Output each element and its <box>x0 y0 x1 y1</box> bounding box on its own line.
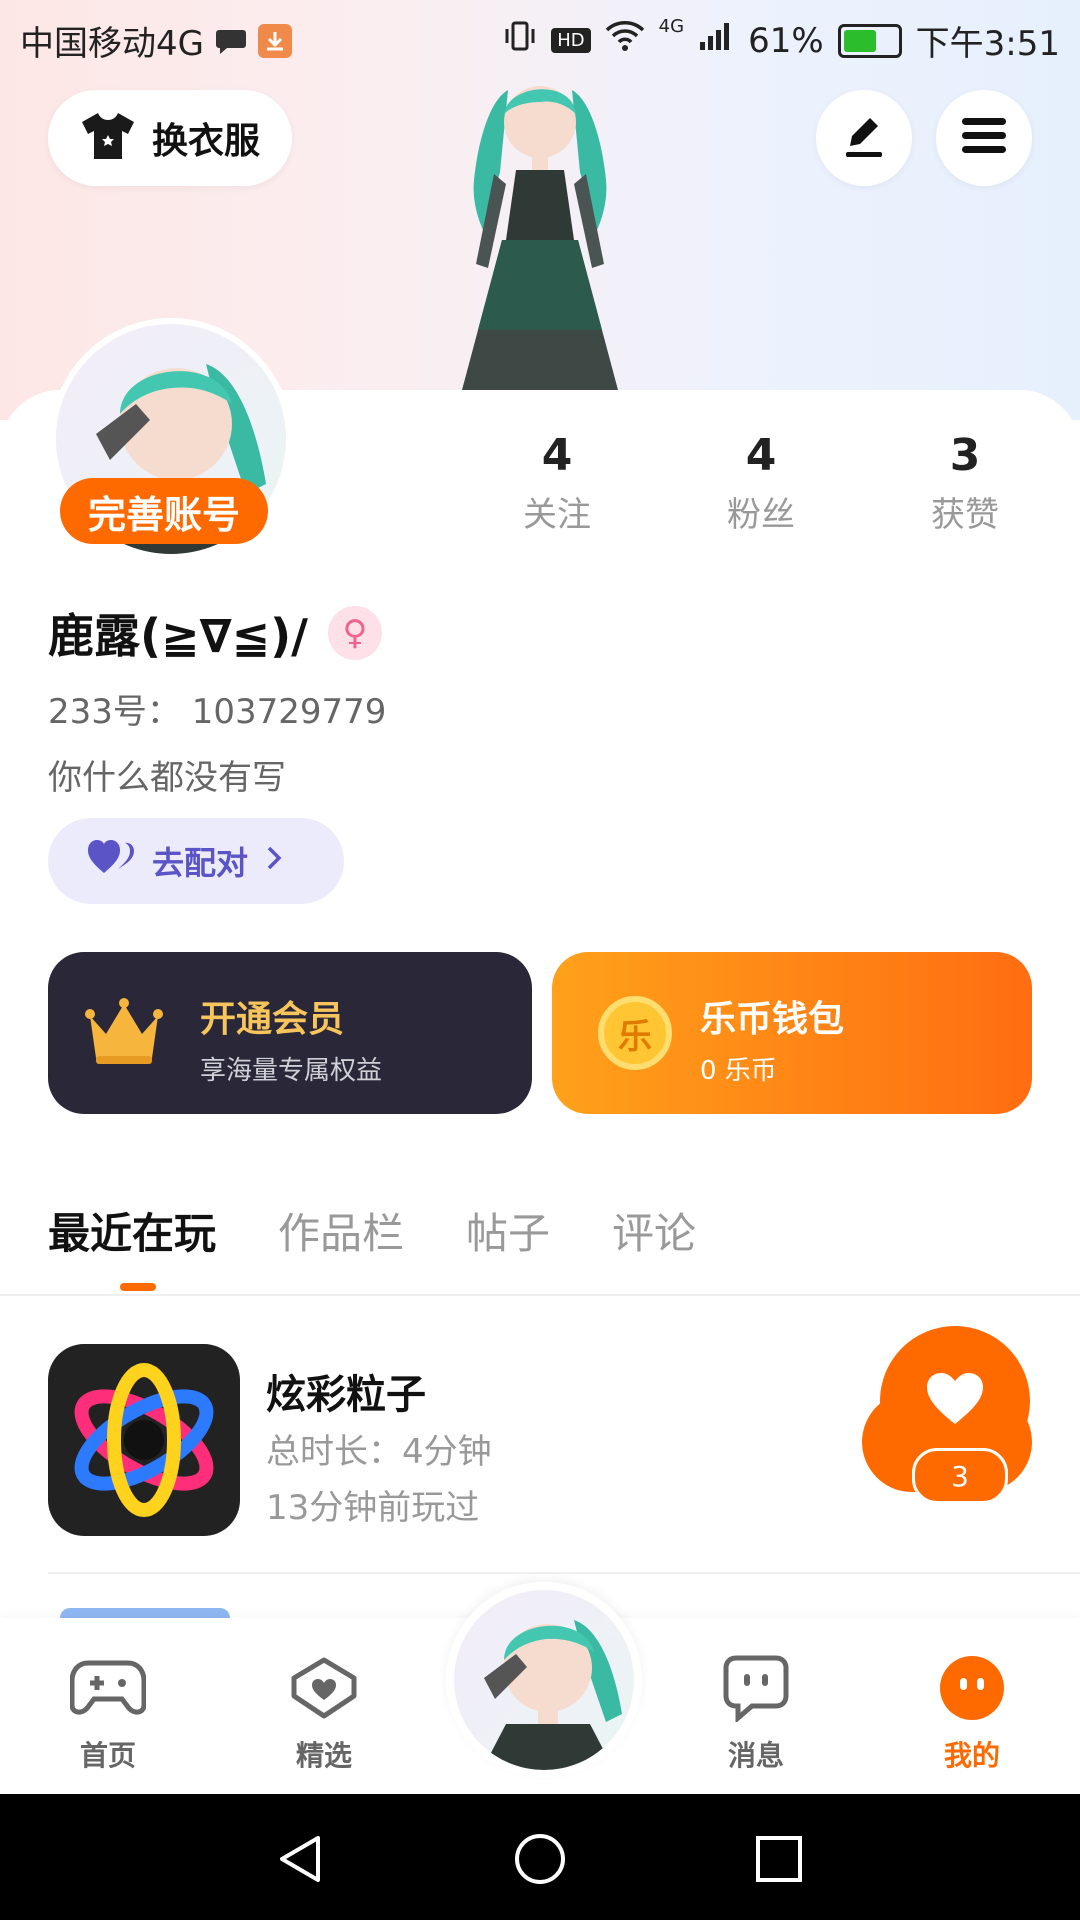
following-stat[interactable]: 4 关注 <box>497 430 617 536</box>
game-total-duration: 总时长：4分钟 <box>266 1432 492 1472</box>
followers-stat[interactable]: 4 粉丝 <box>701 430 821 536</box>
heart-icon <box>925 1372 985 1430</box>
center-avatar-button[interactable] <box>446 1582 642 1778</box>
tab-posts[interactable]: 帖子 <box>466 1200 550 1261</box>
gamepad-icon <box>68 1648 148 1728</box>
menu-button[interactable] <box>936 90 1032 186</box>
face-icon <box>932 1648 1012 1728</box>
network-type-label: 4G <box>658 16 685 37</box>
signal-icon <box>698 20 734 61</box>
chat-notification-icon <box>214 24 248 58</box>
profile-tabs: 最近在玩 作品栏 帖子 评论 <box>48 1200 696 1261</box>
pair-label: 去配对 <box>152 844 249 882</box>
nav-me-label: 我的 <box>943 1739 1000 1772</box>
recents-square-icon[interactable] <box>752 1832 806 1886</box>
chat-icon <box>716 1648 796 1728</box>
profile-name-row: 鹿露(≧∇≦)/ ♀ <box>48 600 382 666</box>
wifi-icon <box>605 20 645 61</box>
system-navigation-bar <box>0 1794 1080 1920</box>
wallet-balance: 0 乐币 <box>700 1056 777 1086</box>
pencil-icon <box>840 112 888 164</box>
likes-label: 获赞 <box>931 495 999 535</box>
likes-count: 3 <box>949 430 981 481</box>
wardrobe-label: 换衣服 <box>151 121 260 162</box>
list-separator <box>48 1572 1080 1574</box>
game-last-played: 13分钟前玩过 <box>266 1488 480 1528</box>
following-count: 4 <box>541 430 573 481</box>
active-tab-indicator <box>120 1283 156 1291</box>
carrier-label: 中国移动4G <box>20 24 204 64</box>
wallet-title: 乐币钱包 <box>700 999 845 1040</box>
tab-recent-play[interactable]: 最近在玩 <box>48 1200 216 1261</box>
edit-profile-button[interactable] <box>816 90 912 186</box>
tab-works[interactable]: 作品栏 <box>278 1200 404 1261</box>
battery-icon <box>837 23 902 58</box>
vip-title: 开通会员 <box>200 999 345 1040</box>
status-bar: 中国移动4G HD 4G 61% 下午3:51 <box>0 0 1080 74</box>
nav-me[interactable]: 我的 <box>902 1648 1042 1774</box>
coin-icon: 乐 <box>598 996 672 1070</box>
profile-name: 鹿露(≧∇≦)/ <box>48 609 308 663</box>
tabs-divider <box>0 1294 1080 1296</box>
game-name[interactable]: 炫彩粒子 <box>266 1362 426 1420</box>
home-circle-icon[interactable] <box>513 1832 567 1886</box>
female-gender-icon: ♀ <box>328 606 382 660</box>
chevron-right-icon <box>264 842 284 880</box>
nav-messages-label: 消息 <box>727 1739 784 1772</box>
coin-wallet-card[interactable]: 乐 乐币钱包 0 乐币 <box>552 952 1032 1114</box>
pair-button[interactable]: 去配对 <box>48 818 344 904</box>
heart-outline-icon <box>284 1648 364 1728</box>
nav-home-label: 首页 <box>79 1739 136 1772</box>
followers-label: 粉丝 <box>727 495 795 535</box>
hearts-icon <box>88 839 136 883</box>
nav-featured[interactable]: 精选 <box>254 1648 394 1774</box>
vip-subtitle: 享海量专属权益 <box>200 1056 383 1086</box>
back-icon[interactable] <box>274 1832 328 1886</box>
avatar-3d-character[interactable] <box>420 70 660 390</box>
hd-icon: HD <box>551 28 591 53</box>
like-count-badge: 3 <box>912 1448 1008 1504</box>
nav-featured-label: 精选 <box>295 1739 352 1772</box>
download-notification-icon <box>257 23 292 58</box>
vibrate-icon <box>503 19 537 62</box>
following-label: 关注 <box>523 495 591 535</box>
user-id[interactable]: 233号： 103729779 <box>48 684 386 733</box>
tab-comments[interactable]: 评论 <box>612 1200 696 1261</box>
game-icon-particles[interactable] <box>48 1344 240 1536</box>
complete-account-badge[interactable]: 完善账号 <box>60 478 268 544</box>
followers-count: 4 <box>745 430 777 481</box>
likes-stat[interactable]: 3 获赞 <box>905 430 1025 536</box>
nav-messages[interactable]: 消息 <box>686 1648 826 1774</box>
tshirt-icon <box>80 111 136 165</box>
vip-membership-card[interactable]: 开通会员 享海量专属权益 <box>48 952 532 1114</box>
crown-icon <box>84 998 164 1074</box>
profile-bio[interactable]: 你什么都没有写 <box>48 750 286 799</box>
menu-icon <box>960 116 1008 160</box>
clock: 下午3:51 <box>915 24 1060 64</box>
nav-home[interactable]: 首页 <box>38 1648 178 1774</box>
wardrobe-button[interactable]: 换衣服 <box>48 90 292 186</box>
battery-percent: 61% <box>748 20 824 61</box>
